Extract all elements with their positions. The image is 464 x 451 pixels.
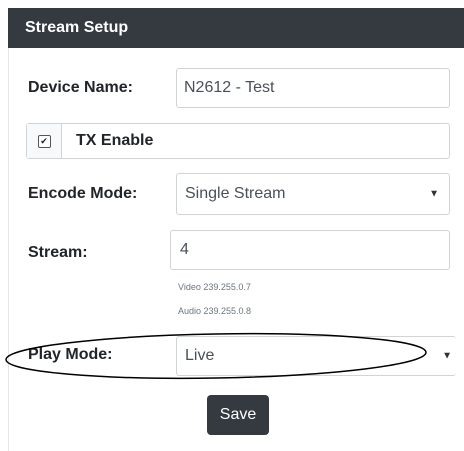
stream-input[interactable]: 4 [170,230,450,270]
save-button-label: Save [219,406,257,423]
audio-address-text: Audio 239.255.0.8 [178,306,252,316]
stream-value: 4 [180,241,189,258]
stream-setup-page: Stream Setup Device Name: N2612 - Test ✔… [0,0,464,451]
panel-header: Stream Setup [8,8,464,48]
device-name-input[interactable]: N2612 - Test [176,68,450,108]
encode-mode-value: Single Stream [185,185,286,202]
video-address-text: Video 239.255.0.7 [178,282,251,292]
encode-mode-select[interactable]: Single Stream ▼ [176,173,450,215]
panel-title: Stream Setup [25,19,129,36]
device-name-label: Device Name: [28,79,133,96]
tx-enable-checkbox-wrap[interactable]: ✔ [27,124,62,158]
tx-enable-row: ✔ TX Enable [26,123,450,159]
tx-enable-checkbox[interactable]: ✔ [37,134,51,148]
encode-mode-label: Encode Mode: [28,185,138,202]
annotation-ellipse [5,332,427,380]
save-button[interactable]: Save [207,395,269,435]
chevron-down-icon: ▼ [429,188,439,200]
device-name-value: N2612 - Test [184,79,275,96]
stream-label: Stream: [28,244,88,261]
tx-enable-label: TX Enable [76,132,154,149]
